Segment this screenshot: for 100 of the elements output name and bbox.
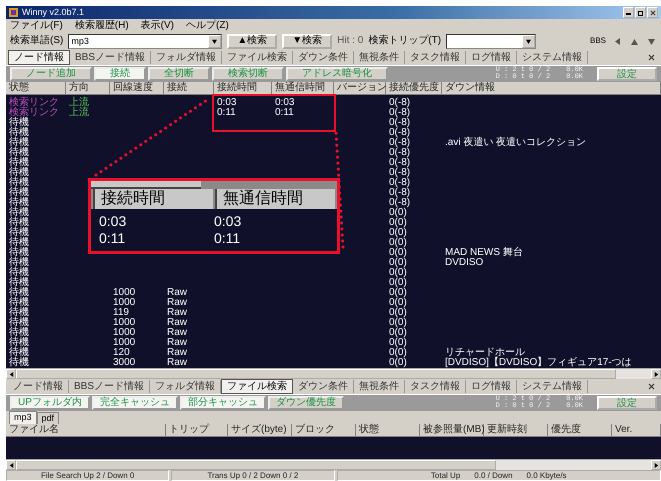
column-header[interactable]: トリップ [166, 424, 228, 437]
table-cell-text: 待機 [8, 238, 30, 248]
column-header[interactable]: 方向 [66, 82, 110, 95]
arrow-left-icon [8, 462, 14, 468]
table-cell-text: DVDISO [444, 258, 484, 268]
table-cell-text: 待機 [8, 178, 30, 188]
tab[interactable]: BBSノード情報 [70, 51, 152, 64]
close-button[interactable] [647, 7, 658, 18]
table-cell-text: 0(0) [388, 338, 408, 348]
tab[interactable]: BBSノード情報 [69, 380, 150, 393]
table-cell-text: 1000 [112, 298, 136, 308]
column-header[interactable]: 接続時間 [214, 82, 272, 95]
menu-item[interactable]: ファイル(F) [10, 20, 63, 32]
tab[interactable]: ダウン条件 [293, 51, 354, 64]
menu-item[interactable]: 検索履歴(H) [74, 20, 129, 32]
tab[interactable]: ダウン条件 [293, 380, 354, 393]
tab[interactable]: 無視条件 [354, 380, 406, 393]
column-header: 接続時間 [93, 189, 213, 209]
horizontal-scrollbar[interactable] [6, 368, 661, 379]
tab[interactable]: ファイル検索 [221, 379, 294, 394]
scrollbar-thumb[interactable] [16, 460, 496, 470]
table-cell-text: 0(0) [388, 218, 408, 228]
table-cell-text: リチャードホール [444, 348, 526, 358]
search-up-button[interactable]: ▲検索 [227, 34, 278, 48]
column-header[interactable]: Ver. [612, 424, 661, 437]
table-cell-text: 0(0) [388, 238, 408, 248]
menu-item[interactable]: ヘルプ(Z) [186, 20, 229, 32]
table-cell-text: 待機 [8, 188, 30, 198]
table-cell-text: 待機 [8, 228, 30, 238]
table-cell-text: 0(0) [388, 308, 408, 318]
tab[interactable]: フォルダ情報 [151, 51, 222, 64]
table-cell-text: Raw [166, 318, 188, 328]
table-cell-text: 待機 [8, 158, 30, 168]
column-header[interactable]: ファイル名 [6, 424, 166, 437]
close-icon[interactable] [648, 383, 655, 390]
status-text: File Search Up 2 / Down 0 [40, 471, 134, 480]
action-button[interactable]: 部分キャッシュ [180, 396, 266, 410]
scrollbar-thumb[interactable] [16, 369, 616, 379]
column-header[interactable]: バージョン [334, 82, 386, 95]
table-cell-text: 0(-8) [388, 148, 412, 158]
scroll-left-button[interactable] [6, 460, 16, 470]
tab[interactable]: ファイル検索 [222, 51, 294, 64]
close-icon[interactable] [650, 10, 656, 16]
action-button[interactable]: UPフォルダ内 [10, 396, 90, 410]
column-header[interactable]: 無通信時間 [272, 82, 334, 95]
tab[interactable]: mp3 [9, 411, 37, 424]
column-header[interactable]: サイズ(byte) [228, 424, 292, 437]
column-header[interactable]: 接続優先度 [386, 82, 442, 95]
trip-field[interactable] [446, 34, 536, 48]
tab[interactable]: タスク情報 [405, 51, 466, 64]
minimize-button[interactable] [623, 7, 634, 18]
column-header[interactable]: 被参照量(MB) [420, 424, 484, 437]
column-header[interactable]: ブロック [292, 424, 356, 437]
tab[interactable]: システム情報 [517, 380, 588, 393]
table-cell-text: 0(-8) [388, 178, 412, 188]
table-cell-text: 0(-8) [388, 138, 412, 148]
column-header[interactable]: 優先度 [548, 424, 612, 437]
scroll-right-button[interactable] [651, 460, 661, 470]
column-header: 無通信時間 [215, 189, 335, 209]
table-cell-text: 0(0) [388, 358, 408, 368]
table-cell-text: 120 [112, 348, 131, 358]
table-cell-text: 待機 [8, 358, 30, 368]
search-field[interactable]: mp3 [68, 34, 222, 48]
tab[interactable]: タスク情報 [405, 380, 466, 393]
tab[interactable]: 無視条件 [354, 51, 406, 64]
arrow-left-icon [8, 372, 14, 376]
column-header[interactable]: 更新時刻 [484, 424, 548, 437]
scroll-right-button[interactable] [651, 369, 661, 379]
column-header[interactable]: 状態 [356, 424, 420, 437]
table-cell-text: 0(-8) [388, 118, 412, 128]
scroll-left-button[interactable] [6, 369, 16, 379]
maximize-button[interactable] [635, 7, 646, 18]
action-button[interactable]: 完全キャッシュ [92, 396, 178, 410]
tab[interactable]: pdf [36, 412, 60, 424]
table-cell-text: 0:03 [216, 98, 238, 108]
column-header[interactable]: 接続 [164, 82, 214, 95]
column-header[interactable]: ダウン情報 [442, 82, 661, 95]
search-down-button[interactable]: ▼検索 [282, 34, 332, 48]
action-button[interactable]: 接続 [94, 67, 146, 81]
tab[interactable]: ログ情報 [466, 380, 518, 393]
table-cell-text: 待機 [8, 248, 30, 258]
status-text: Total Up [430, 471, 460, 480]
hit-count: Hit : 0 [337, 35, 364, 47]
column-header[interactable]: 回線速度 [110, 82, 164, 95]
column-header[interactable]: 状態 [6, 82, 66, 95]
table-cell-text: 0(0) [388, 208, 407, 218]
bbs-label: BBS [590, 35, 606, 47]
tab[interactable]: ノード情報 [8, 380, 69, 393]
table-cell-text: 0(-8) [388, 128, 412, 138]
close-icon[interactable] [648, 54, 655, 61]
table-cell-text: 119 [112, 308, 130, 318]
table-cell-text: 待機 [8, 168, 30, 178]
table-cell-text: Raw [166, 348, 188, 358]
horizontal-scrollbar[interactable] [6, 459, 661, 470]
tab[interactable]: システム情報 [517, 51, 588, 64]
menu-item[interactable]: 表示(V) [140, 20, 174, 32]
table-cell-text: 0(-8) [388, 168, 412, 178]
tab[interactable]: ノード情報 [8, 50, 70, 65]
status-text: 0.0 / Down [474, 471, 513, 480]
tab[interactable]: ログ情報 [466, 51, 518, 64]
